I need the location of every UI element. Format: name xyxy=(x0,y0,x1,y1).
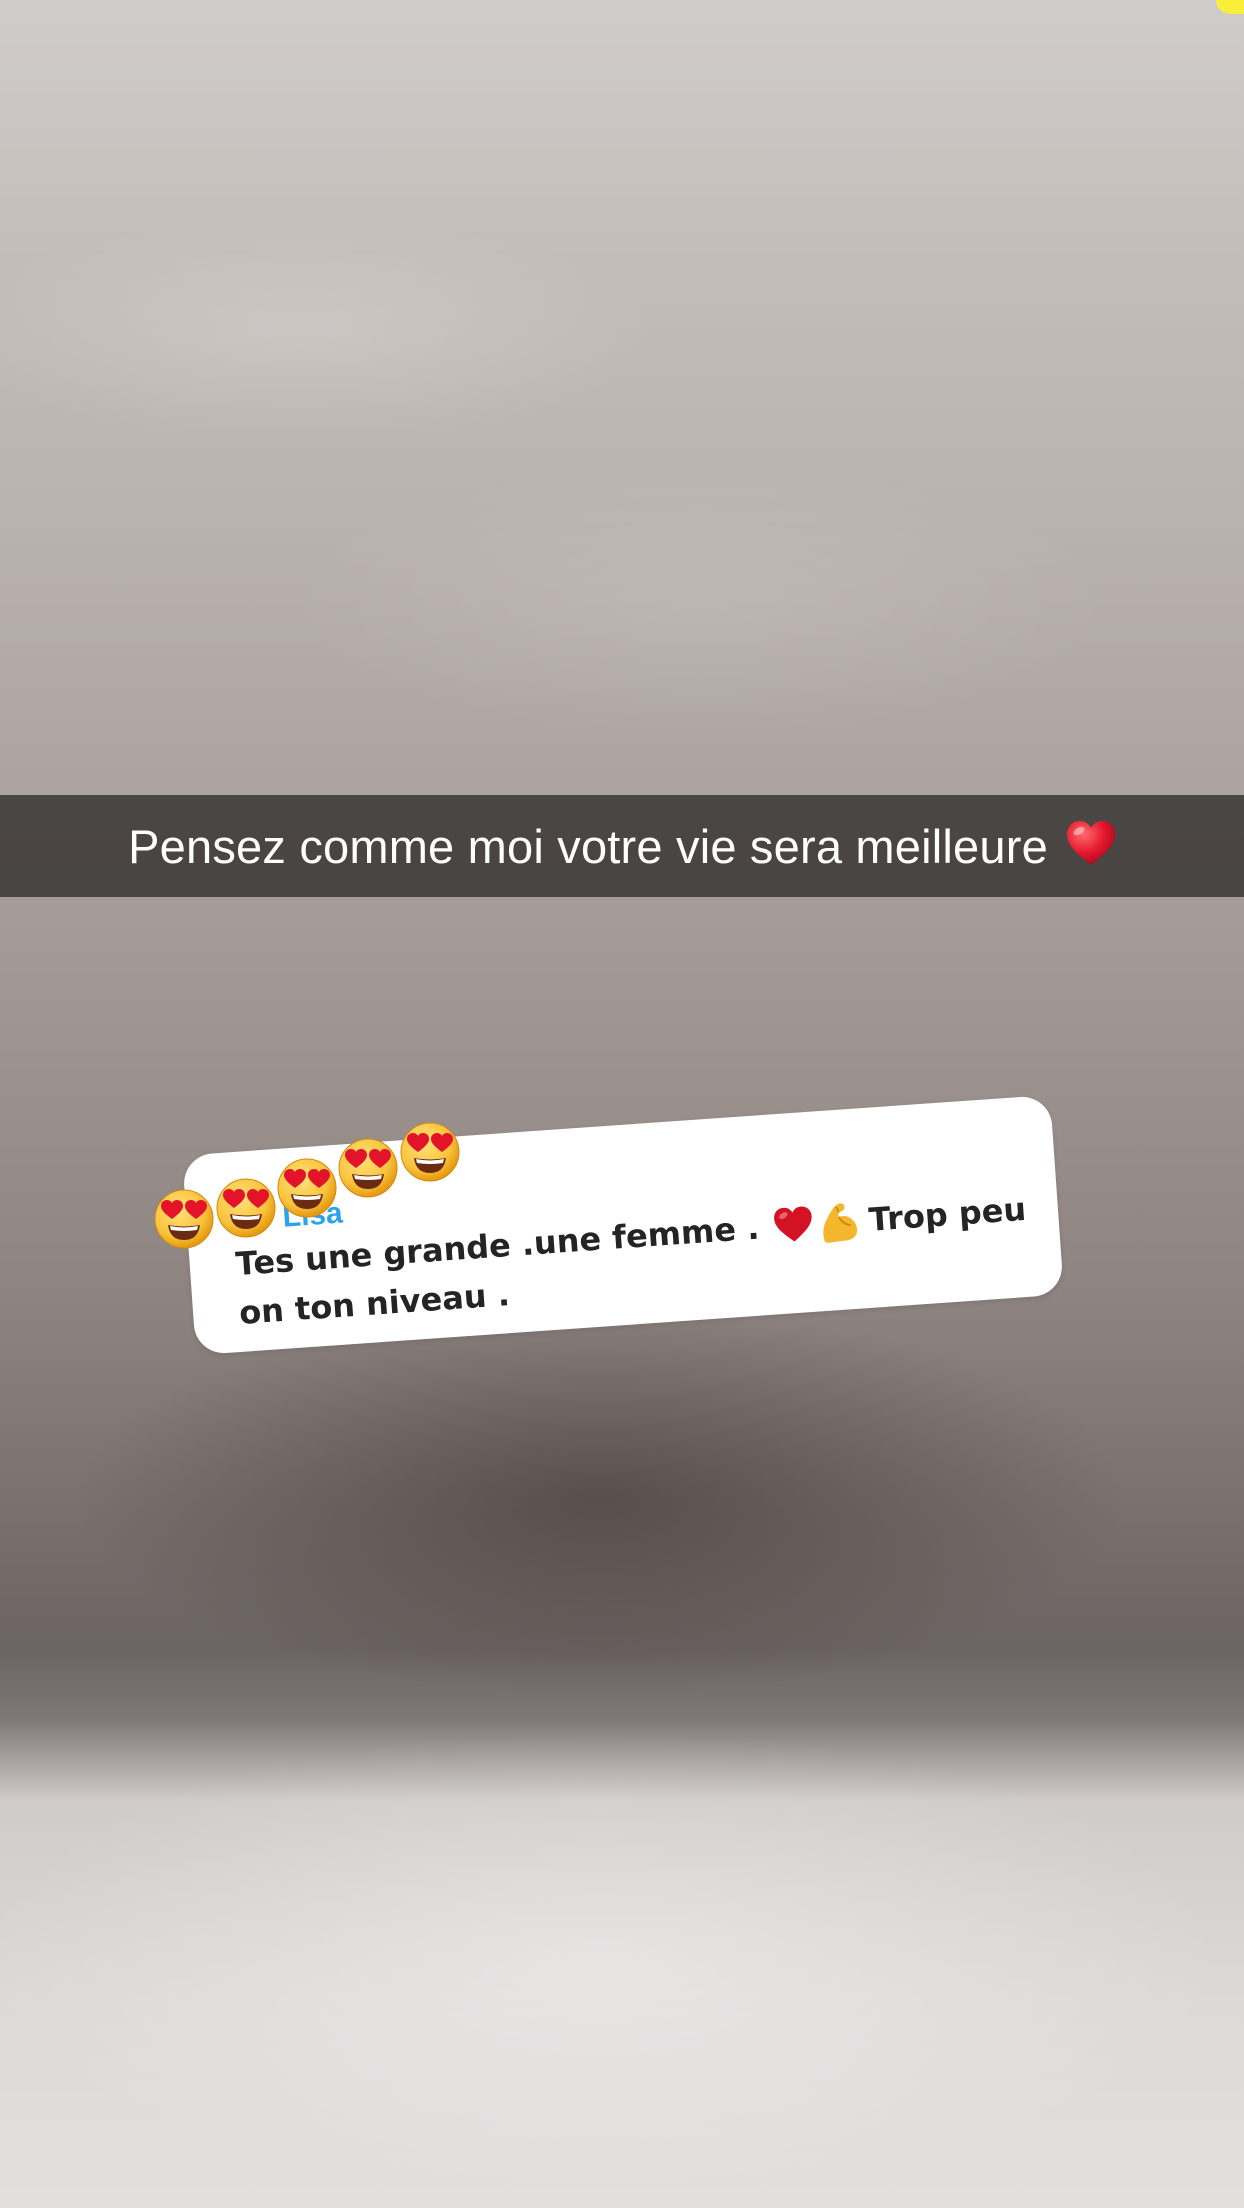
caption-label: Pensez comme moi votre vie sera meilleur… xyxy=(128,819,1048,873)
snap-photo-background xyxy=(0,0,1244,2208)
reply-text-part-2: Trop peu xyxy=(867,1189,1028,1239)
heart-eyes-face-icon xyxy=(153,1188,215,1250)
reply-message-line-1: Tes une grande .une femme . Trop peu xyxy=(234,1187,1027,1286)
heart-eyes-face-icon xyxy=(215,1177,277,1239)
caption-text: Pensez comme moi votre vie sera meilleur… xyxy=(128,819,1116,874)
heart-eyes-face-icon xyxy=(337,1137,399,1199)
heart-eyes-face-icon xyxy=(276,1157,338,1219)
snap-caption-bar[interactable]: Pensez comme moi votre vie sera meilleur… xyxy=(0,795,1244,897)
reply-message-line-2: on ton niveau . xyxy=(237,1275,511,1332)
red-heart-icon xyxy=(1066,820,1116,867)
red-heart-icon xyxy=(772,1206,814,1245)
heart-eyes-face-icon xyxy=(399,1121,461,1183)
flexed-biceps-icon xyxy=(815,1198,862,1245)
